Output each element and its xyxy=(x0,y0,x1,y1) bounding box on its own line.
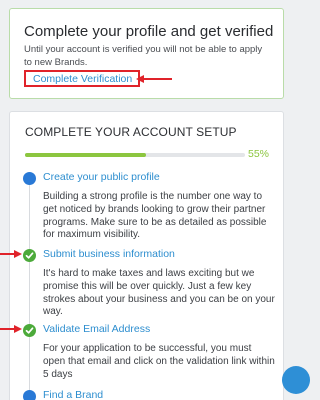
step-link-create-profile[interactable]: Create your public profile xyxy=(43,171,160,183)
arrow-right-icon xyxy=(0,250,22,258)
verification-link-highlight: Complete Verification xyxy=(24,70,141,87)
chat-button[interactable] xyxy=(282,366,310,394)
complete-verification-link[interactable]: Complete Verification xyxy=(33,73,132,85)
step-link-validate-email[interactable]: Validate Email Address xyxy=(43,323,150,335)
verification-card: Complete your profile and get verified U… xyxy=(9,8,284,99)
account-setup-card: COMPLETE YOUR ACCOUNT SETUP 55% Create y… xyxy=(9,111,284,400)
page: Complete your profile and get verified U… xyxy=(0,0,310,400)
step-description: For your application to be successful, y… xyxy=(43,343,275,380)
step-description: Building a strong profile is the number … xyxy=(43,191,267,241)
annotation-arrow xyxy=(136,71,172,83)
pending-dot-icon xyxy=(23,172,36,185)
setup-progress-bar xyxy=(25,153,245,157)
annotation-arrow xyxy=(0,321,22,333)
step-link-find-brand[interactable]: Find a Brand xyxy=(43,389,103,400)
pending-dot-icon xyxy=(23,390,36,400)
setup-progress-fill xyxy=(25,153,146,157)
annotation-arrow xyxy=(0,246,22,258)
checkmark-icon xyxy=(23,324,36,337)
step-link-business-info[interactable]: Submit business information xyxy=(43,248,175,260)
arrow-left-icon xyxy=(136,75,172,83)
account-setup-title: COMPLETE YOUR ACCOUNT SETUP xyxy=(25,125,237,139)
checkmark-icon xyxy=(23,249,36,262)
setup-progress-percent: 55% xyxy=(248,148,270,160)
verification-title: Complete your profile and get verified xyxy=(24,23,274,40)
steps-timeline-line xyxy=(29,176,30,400)
step-description: It's hard to make taxes and laws excitin… xyxy=(43,268,275,318)
arrow-right-icon xyxy=(0,325,22,333)
verification-message: Until your account is verified you will … xyxy=(24,44,263,68)
